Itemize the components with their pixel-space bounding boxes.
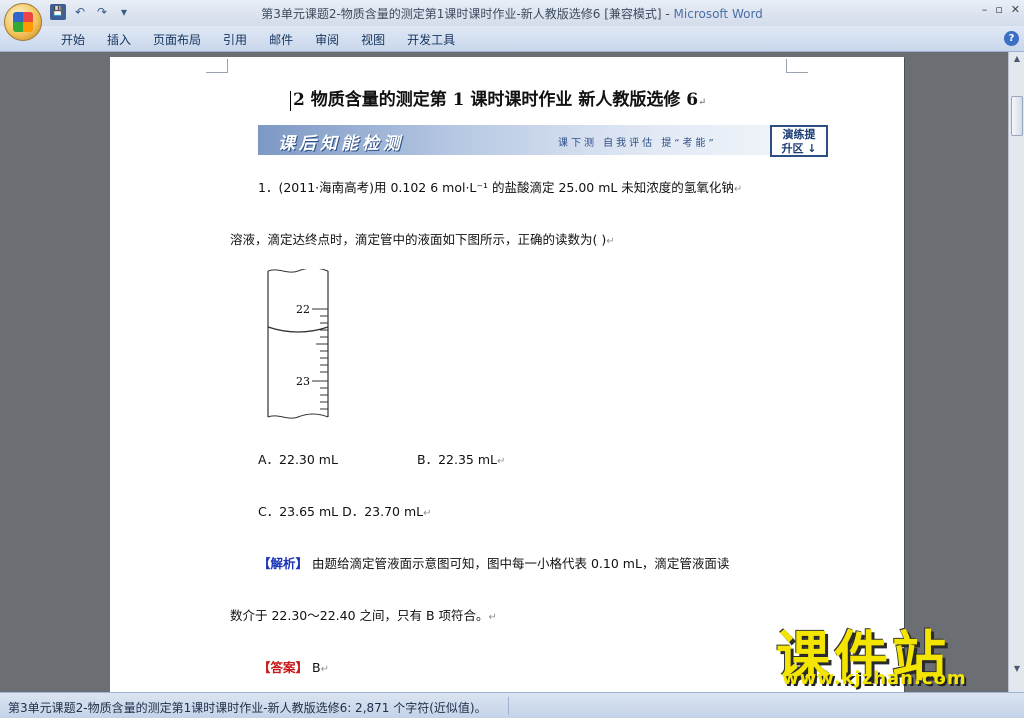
tab-review[interactable]: 审阅 xyxy=(306,31,352,48)
burette-diagram: 22 23 xyxy=(267,269,329,419)
document-page[interactable]: 2 物质含量的测定第 1 课时课时作业 新人教版选修 6↵ 课后知能检测 课下测… xyxy=(110,57,904,697)
tab-mailings[interactable]: 邮件 xyxy=(260,31,306,48)
scroll-down-icon[interactable]: ▼ xyxy=(1011,664,1023,676)
tab-view[interactable]: 视图 xyxy=(352,31,398,48)
banner-badge-line2: 升区 ↓ xyxy=(781,142,817,155)
status-text: 第3单元课题2-物质含量的测定第1课时课时作业-新人教版选修6: 2,871 个… xyxy=(8,701,487,715)
answer-line: 【答案】 B↵ xyxy=(258,660,329,675)
ribbon: 开始 插入 页面布局 引用 邮件 审阅 视图 开发工具 ? xyxy=(0,26,1024,52)
answer-tag: 【答案】 xyxy=(258,660,309,675)
text-cursor xyxy=(290,90,291,111)
help-icon[interactable]: ? xyxy=(1004,31,1019,46)
banner-badge: 演练提 升区 ↓ xyxy=(770,125,828,157)
tab-home[interactable]: 开始 xyxy=(52,31,98,48)
window-title: 第3单元课题2-物质含量的测定第1课时课时作业-新人教版选修6 [兼容模式] -… xyxy=(0,5,1024,22)
office-button[interactable] xyxy=(4,3,42,41)
tab-developer[interactable]: 开发工具 xyxy=(398,31,468,48)
margin-corner-mark xyxy=(206,59,228,73)
option-text: B．22.35 mL xyxy=(417,452,497,467)
tab-references[interactable]: 引用 xyxy=(214,31,260,48)
question-text: 1．(2011·海南高考)用 0.102 6 mol·L⁻¹ 的盐酸滴定 25.… xyxy=(258,180,734,195)
analysis-text: 由题给滴定管液面示意图可知，图中每一小格代表 0.10 mL，滴定管液面读 xyxy=(308,556,730,571)
restore-icon[interactable]: ▫ xyxy=(995,3,1002,16)
ribbon-tabs: 开始 插入 页面布局 引用 邮件 审阅 视图 开发工具 xyxy=(52,31,468,48)
option-a: A．22.30 mL xyxy=(258,449,338,468)
burette-label-23: 23 xyxy=(296,375,310,388)
banner-subtitle: 课下测 自我评估 提“考能” xyxy=(558,138,717,149)
scroll-up-icon[interactable]: ▲ xyxy=(1011,54,1023,66)
window-controls: – ▫ ✕ xyxy=(982,3,1020,16)
option-text: A．22.30 mL xyxy=(258,452,338,467)
status-bar: 第3单元课题2-物质含量的测定第1课时课时作业-新人教版选修6: 2,871 个… xyxy=(0,692,1024,718)
option-cd: C．23.65 mL D．23.70 mL↵ xyxy=(258,504,432,519)
question-line-1: 1．(2011·海南高考)用 0.102 6 mol·L⁻¹ 的盐酸滴定 25.… xyxy=(258,180,743,195)
option-text: C．23.65 mL D．23.70 mL xyxy=(258,504,424,519)
document-title-text: 第3单元课题2-物质含量的测定第1课时课时作业-新人教版选修6 [兼容模式] - xyxy=(261,7,674,21)
tab-insert[interactable]: 插入 xyxy=(98,31,144,48)
question-line-2: 溶液，滴定达终点时，滴定管中的液面如下图所示，正确的读数为( )↵ xyxy=(230,232,615,247)
status-separator xyxy=(508,697,509,715)
close-icon[interactable]: ✕ xyxy=(1011,3,1020,16)
option-b: B．22.35 mL↵ xyxy=(417,452,506,467)
analysis-line-1: 【解析】 由题给滴定管液面示意图可知，图中每一小格代表 0.10 mL，滴定管液… xyxy=(258,553,729,572)
burette-label-22: 22 xyxy=(296,303,310,316)
analysis-text: 数介于 22.30～22.40 之间，只有 B 项符合。 xyxy=(230,608,489,623)
margin-corner-mark xyxy=(786,59,808,73)
title-bar: 💾 ↶ ↷ ▾ 第3单元课题2-物质含量的测定第1课时课时作业-新人教版选修6 … xyxy=(0,0,1024,41)
scrollbar-thumb[interactable] xyxy=(1011,96,1023,136)
document-heading: 2 物质含量的测定第 1 课时课时作业 新人教版选修 6↵ xyxy=(290,85,706,111)
tab-page-layout[interactable]: 页面布局 xyxy=(144,31,214,48)
app-name: Microsoft Word xyxy=(673,7,763,21)
section-banner: 课后知能检测 课下测 自我评估 提“考能” 演练提 升区 ↓ xyxy=(258,125,828,157)
minimize-icon[interactable]: – xyxy=(982,3,988,16)
banner-title: 课后知能检测 xyxy=(278,134,404,154)
analysis-tag: 【解析】 xyxy=(258,556,309,571)
watermark-url: www.kjzhan.com xyxy=(782,668,967,689)
heading-text: 2 物质含量的测定第 1 课时课时作业 新人教版选修 6 xyxy=(293,90,699,110)
analysis-line-2: 数介于 22.30～22.40 之间，只有 B 项符合。↵ xyxy=(230,608,497,623)
vertical-scrollbar[interactable]: ▲ ▼ xyxy=(1008,52,1024,692)
office-logo-icon xyxy=(13,12,33,32)
banner-badge-line1: 演练提 xyxy=(782,128,816,141)
question-text: 溶液，滴定达终点时，滴定管中的液面如下图所示，正确的读数为( ) xyxy=(230,232,607,247)
answer-text: B xyxy=(308,660,321,675)
